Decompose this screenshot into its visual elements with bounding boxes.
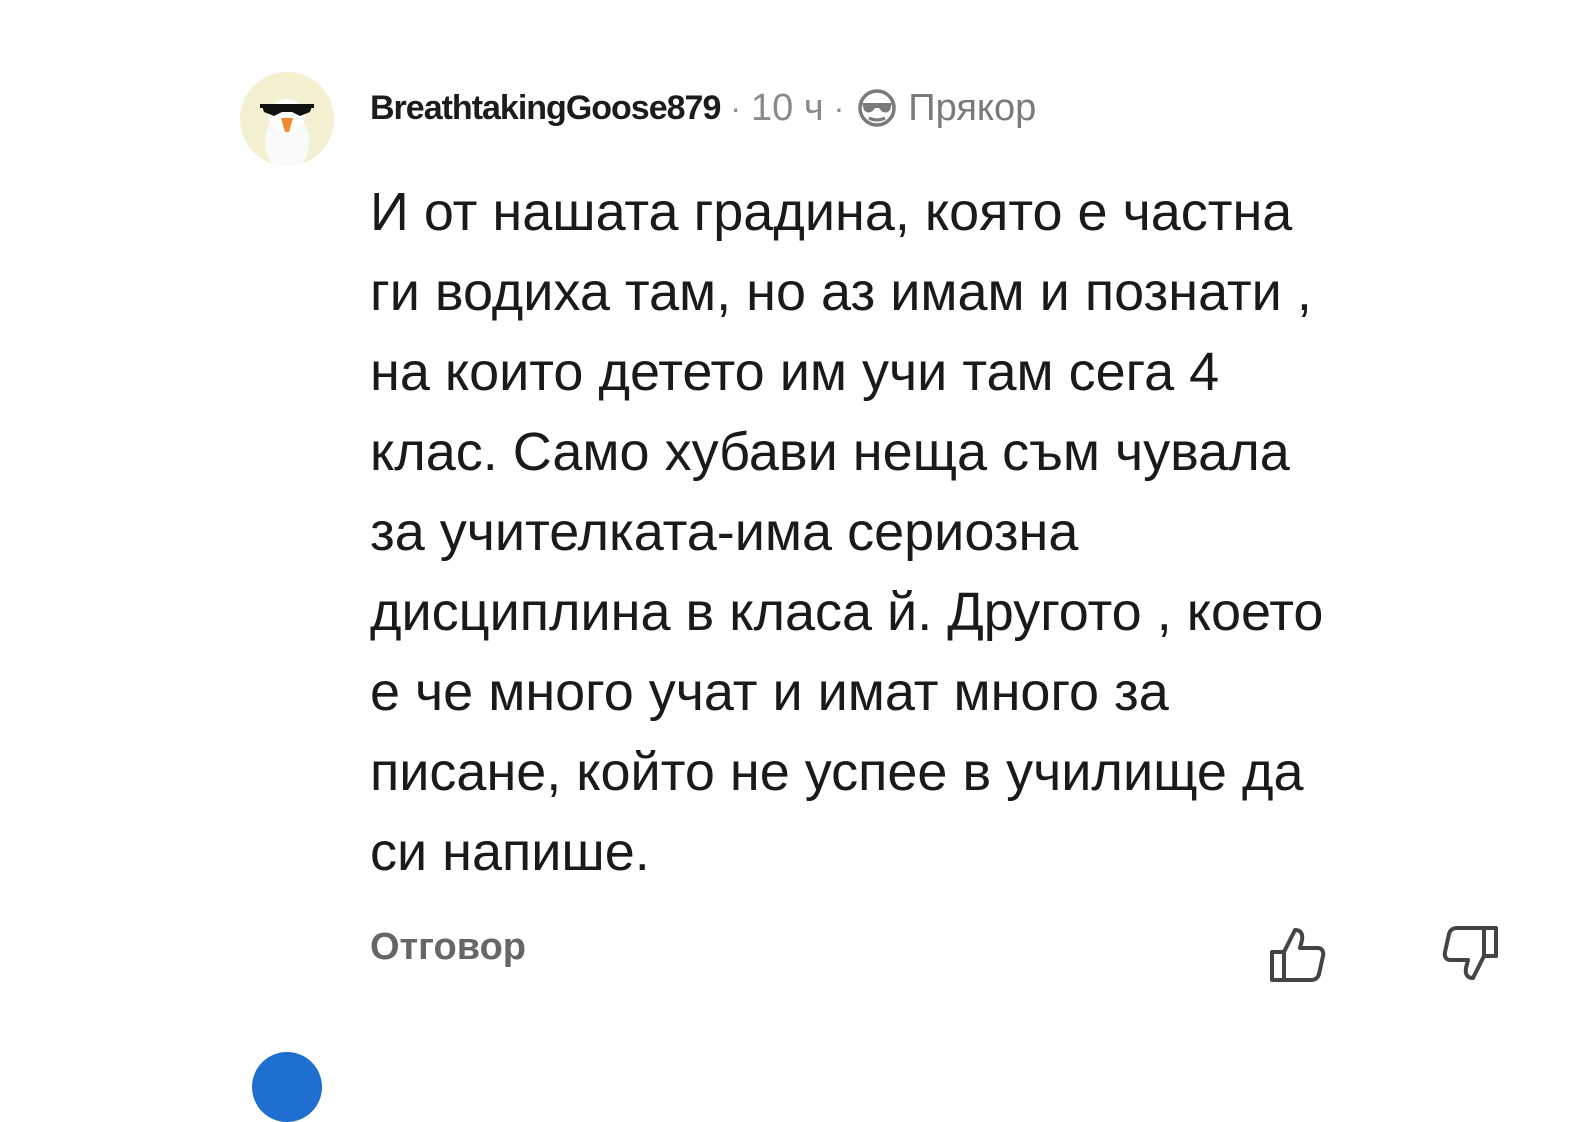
timestamp: 10 ч	[751, 86, 824, 129]
comment-body: И от нашата градина, която е частна ги в…	[370, 172, 1550, 892]
thumbs-up-icon[interactable]	[1264, 922, 1328, 986]
username[interactable]: BreathtakingGoose879	[370, 89, 721, 128]
comment-line: И от нашата градина, която е частна	[370, 182, 1293, 242]
user-flair: Прякор	[908, 86, 1037, 129]
sunglasses-icon	[858, 89, 897, 127]
next-comment-avatar[interactable]	[252, 1052, 322, 1122]
separator: ·	[833, 89, 845, 126]
thumbs-down-icon[interactable]	[1440, 922, 1504, 986]
comment-line: на които детето им учи там сега 4	[370, 342, 1220, 402]
comment: BreathtakingGoose879 · 10 ч · Прякор И о…	[0, 0, 1582, 1122]
comment-header: BreathtakingGoose879 · 10 ч · Прякор	[370, 84, 1036, 132]
reply-button[interactable]: Отговор	[370, 926, 526, 969]
comment-line: си напише.	[370, 822, 650, 882]
comment-line: дисциплина в класа й. Другото , което	[370, 582, 1324, 642]
separator: ·	[730, 89, 742, 126]
comment-line: писане, който не успее в училище да	[370, 742, 1304, 802]
comment-line: ги водиха там, но аз имам и познати ,	[370, 262, 1312, 322]
goose-avatar-icon	[240, 72, 334, 166]
comment-line: е че много учат и имат много за	[370, 662, 1169, 722]
comment-line: за учителката-има сериозна	[370, 502, 1079, 562]
comment-line: клас. Само хубави неща съм чувала	[370, 422, 1290, 482]
avatar[interactable]	[240, 72, 334, 166]
